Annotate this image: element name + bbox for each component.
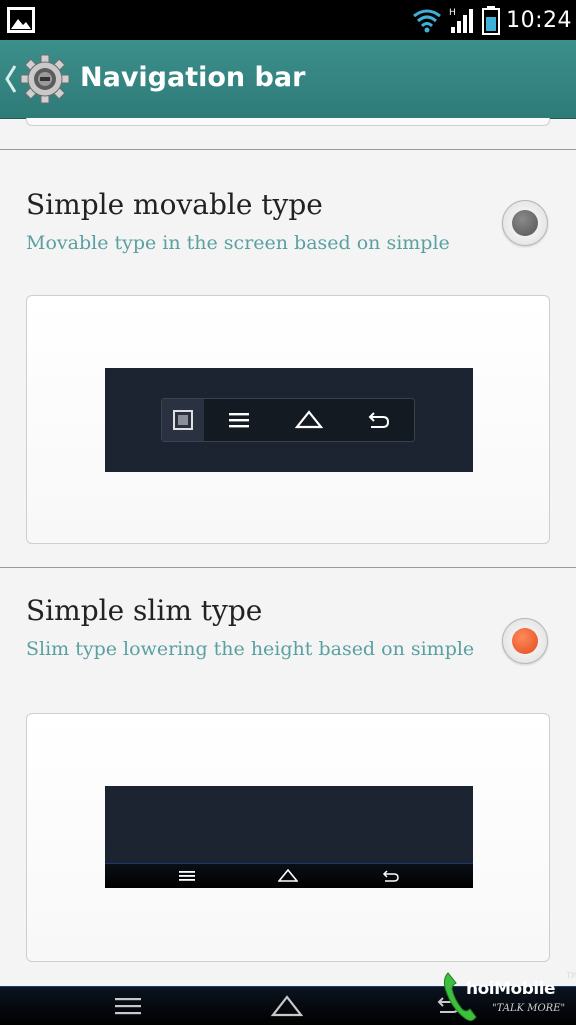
divider: [0, 149, 576, 150]
watermark-logo: hoiMobile "TALK MORE" TM: [440, 969, 576, 1025]
watermark-text: hoiMobile: [466, 979, 556, 999]
gallery-icon: [7, 7, 35, 33]
system-navigation-bar: hoiMobile "TALK MORE" TM: [0, 971, 576, 1025]
movable-navigation-bar: [161, 398, 415, 442]
option-subtitle: Movable type in the screen based on simp…: [26, 232, 450, 254]
back-icon: [358, 399, 400, 441]
wifi-icon: [413, 9, 442, 33]
settings-gear-icon: [20, 54, 70, 104]
watermark-tagline: "TALK MORE": [492, 1003, 566, 1014]
divider: [0, 567, 576, 568]
clock-time: 10:24: [506, 7, 572, 33]
radio-unselected-dot: [512, 210, 538, 236]
radio-button[interactable]: [502, 200, 548, 246]
preview-card: [26, 295, 550, 544]
slim-navigation-bar: [105, 863, 473, 888]
action-bar: Navigation bar: [0, 40, 576, 119]
radio-selected-dot: [512, 628, 538, 654]
back-chevron-icon[interactable]: [4, 62, 18, 96]
home-icon: [288, 399, 330, 441]
battery-icon: [482, 6, 501, 35]
option-title: Simple movable type: [26, 188, 323, 221]
page-title: Navigation bar: [80, 62, 306, 93]
preview-screen: [105, 786, 473, 888]
signal-icon: H: [449, 8, 474, 33]
option-subtitle: Slim type lowering the height based on s…: [26, 638, 475, 660]
svg-text:H: H: [449, 8, 456, 18]
preview-screen: [105, 368, 473, 472]
status-bar: H 10:24: [0, 0, 576, 40]
radio-button[interactable]: [502, 618, 548, 664]
watermark-tm: TM: [566, 971, 576, 980]
home-icon: [276, 866, 300, 886]
recent-apps-icon: [162, 399, 204, 441]
settings-list[interactable]: Simple movable type Movable type in the …: [0, 118, 576, 986]
menu-icon: [175, 866, 199, 886]
back-icon: [379, 866, 403, 886]
option-title: Simple slim type: [26, 594, 263, 627]
menu-icon[interactable]: [108, 991, 148, 1021]
home-icon[interactable]: [267, 991, 307, 1021]
preview-card: [26, 713, 550, 962]
menu-icon: [218, 399, 260, 441]
previous-preview-card: [26, 118, 550, 126]
